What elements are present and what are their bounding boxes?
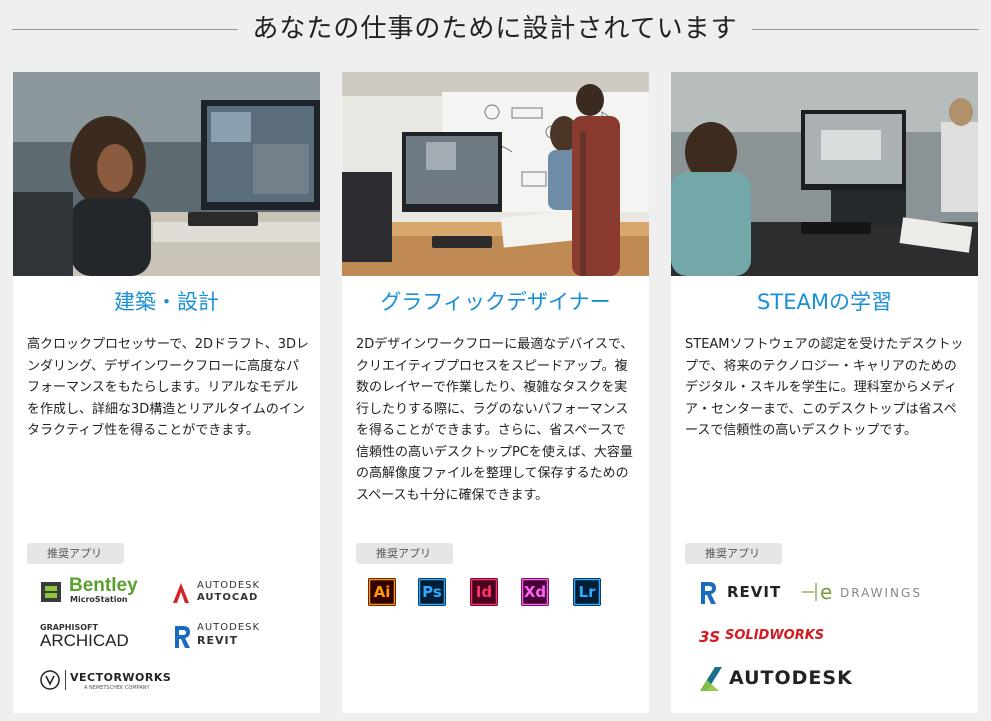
photoshop-icon: Ps — [418, 578, 446, 606]
graphic-designer-photo — [342, 72, 649, 276]
revit-wordmark: REVIT — [197, 634, 239, 647]
header-rule-right — [752, 29, 979, 30]
bentley-wordmark: Bentley — [69, 575, 138, 596]
autodesk-icon — [700, 667, 722, 691]
illustrator-icon: Ai — [368, 578, 396, 606]
recommended-apps-label: 推奨アプリ — [356, 543, 453, 564]
autodesk-autocad-logo: AUTODESK AUTOCAD — [171, 580, 291, 608]
card-architecture: 建築・設計 高クロックプロセッサーで、2Dドラフト、3Dレンダリング、デザインワ… — [13, 72, 320, 713]
edrawings-logo: e DRAWINGS — [802, 580, 932, 606]
autodesk-wordmark: AUTODESK — [197, 622, 261, 633]
xd-label: Xd — [523, 583, 547, 601]
vectorworks-tagline: A NEMETSCHEK COMPANY — [84, 685, 150, 691]
card-steam: STEAMの学習 STEAMソフトウェアの認定を受けたデスクトップで、将来のテク… — [671, 72, 978, 713]
autodesk-wordmark: AUTODESK — [729, 667, 853, 689]
microstation-wordmark: MicroStation — [70, 595, 128, 604]
autodesk-wordmark: AUTODESK — [197, 580, 261, 591]
card-title: 建築・設計 — [114, 290, 219, 314]
autodesk-logo: AUTODESK — [699, 664, 852, 694]
solidworks-logo: 3S SOLIDWORKS — [699, 625, 839, 649]
architecture-photo — [13, 72, 320, 276]
steam-photo — [671, 72, 978, 276]
recommended-apps-label: 推奨アプリ — [27, 543, 124, 564]
autocad-wordmark: AUTOCAD — [197, 592, 259, 603]
page-title: あなたの仕事のために設計されています — [252, 14, 738, 44]
3ds-icon: 3S — [699, 628, 720, 646]
vectorworks-logo: VECTORWORKS A NEMETSCHEK COMPANY — [40, 668, 180, 694]
archicad-wordmark: ARCHICAD — [40, 631, 129, 650]
illustrator-label: Ai — [373, 583, 391, 601]
card-title: グラフィックデザイナー — [380, 290, 611, 314]
card-title: STEAMの学習 — [757, 290, 892, 314]
edrawings-wordmark: DRAWINGS — [840, 586, 922, 600]
vectorworks-wordmark: VECTORWORKS — [70, 671, 172, 684]
card-description: 高クロックプロセッサーで、2Dドラフト、3Dレンダリング、デザインワークフローに… — [27, 337, 310, 438]
bentley-icon — [41, 582, 61, 602]
revit-icon — [175, 626, 190, 648]
lightroom-icon: Lr — [573, 578, 601, 606]
autocad-icon — [173, 583, 189, 603]
revit-wordmark: REVIT — [727, 583, 782, 601]
vectorworks-icon — [40, 670, 60, 690]
lightroom-label: Lr — [578, 583, 596, 601]
vectorworks-divider — [65, 670, 66, 690]
svg-text:e: e — [820, 580, 832, 604]
edrawings-icon: e — [802, 580, 832, 604]
indesign-label: Id — [475, 583, 493, 601]
bentley-microstation-logo: Bentley MicroStation — [39, 575, 159, 606]
card-description: 2Dデザインワークフローに最適なデバイスで、クリエイティブプロセスをスピードアッ… — [356, 337, 634, 503]
photoshop-label: Ps — [422, 583, 442, 601]
indesign-icon: Id — [470, 578, 498, 606]
header-rule-left — [12, 29, 238, 30]
recommended-apps-label: 推奨アプリ — [685, 543, 782, 564]
card-description: STEAMソフトウェアの認定を受けたデスクトップで、将来のテクノロジー・キャリア… — [685, 337, 964, 438]
revit-logo: REVIT — [699, 578, 789, 608]
svg-text:3S: 3S — [699, 628, 720, 646]
revit-icon — [701, 582, 716, 604]
section-header: あなたの仕事のために設計されています — [0, 0, 991, 56]
solidworks-wordmark: SOLIDWORKS — [725, 628, 825, 643]
graphisoft-archicad-logo: GRAPHISOFT ARCHICAD — [40, 623, 160, 653]
autodesk-revit-logo: AUTODESK REVIT — [173, 622, 293, 652]
card-graphic-designer: グラフィックデザイナー 2Dデザインワークフローに最適なデバイスで、クリエイティ… — [342, 72, 649, 713]
xd-icon: Xd — [521, 578, 549, 606]
